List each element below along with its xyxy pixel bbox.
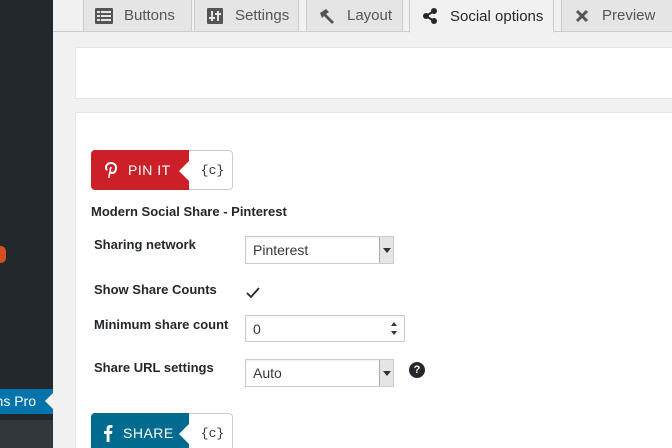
tab-layout[interactable]: Layout <box>306 0 403 32</box>
facebook-share-label: SHARE <box>123 425 174 441</box>
hammer-icon <box>317 7 337 25</box>
tab-label: Layout <box>347 7 393 24</box>
close-icon <box>572 7 592 25</box>
current-menu-arrow <box>45 393 53 409</box>
sharing-network-label: Sharing network <box>94 237 196 252</box>
admin-sidebar: ages e te ns Pro <box>0 0 53 448</box>
update-badge <box>0 246 6 263</box>
minimum-share-count-input[interactable]: 0 <box>245 315 405 342</box>
tab-label: Settings <box>235 7 290 24</box>
sidebar-submenu <box>0 420 53 448</box>
share-icon <box>420 7 440 25</box>
chevron-down-icon <box>379 237 393 263</box>
list-icon <box>94 7 114 25</box>
tab-buttons[interactable]: Buttons <box>83 0 192 32</box>
pinterest-icon <box>104 161 118 179</box>
checkmark-icon <box>246 287 260 299</box>
tab-social-options[interactable]: Social options <box>409 0 554 33</box>
show-share-counts-checkbox[interactable] <box>245 285 261 301</box>
pinterest-share-preview[interactable]: PIN IT {c} <box>91 150 233 190</box>
sidebar-item-label: ns Pro <box>0 393 36 409</box>
share-count-bubble: {c} <box>179 150 233 190</box>
share-url-settings-label: Share URL settings <box>94 360 214 375</box>
facebook-share-button[interactable]: SHARE <box>91 413 189 448</box>
tab-settings[interactable]: Settings <box>194 0 299 32</box>
share-url-settings-select[interactable]: Auto <box>245 359 394 387</box>
pinterest-share-button[interactable]: PIN IT <box>91 150 189 190</box>
share-count-bubble: {c} <box>179 413 233 448</box>
minimum-share-count-value: 0 <box>253 321 261 337</box>
section-title: Modern Social Share - Pinterest <box>91 204 287 219</box>
minimum-share-count-label: Minimum share count <box>94 317 229 332</box>
sliders-icon <box>205 7 225 25</box>
tab-bar: Buttons Settings Layout Social options P… <box>53 0 672 33</box>
tab-preview[interactable]: Preview <box>561 0 672 32</box>
help-icon[interactable]: ? <box>409 362 425 378</box>
facebook-icon <box>103 424 113 442</box>
tab-label: Buttons <box>124 7 175 24</box>
top-panel <box>75 47 672 99</box>
show-share-counts-label: Show Share Counts <box>94 282 217 297</box>
share-url-settings-value: Auto <box>253 365 282 381</box>
pinterest-share-label: PIN IT <box>128 162 171 178</box>
tab-label: Social options <box>450 7 544 25</box>
tab-label: Preview <box>602 7 656 24</box>
sharing-network-select[interactable]: Pinterest <box>245 236 394 264</box>
facebook-share-preview[interactable]: SHARE {c} <box>91 413 233 448</box>
chevron-down-icon <box>379 360 393 386</box>
number-spinner-icon[interactable] <box>390 320 398 338</box>
sharing-network-value: Pinterest <box>253 242 309 258</box>
